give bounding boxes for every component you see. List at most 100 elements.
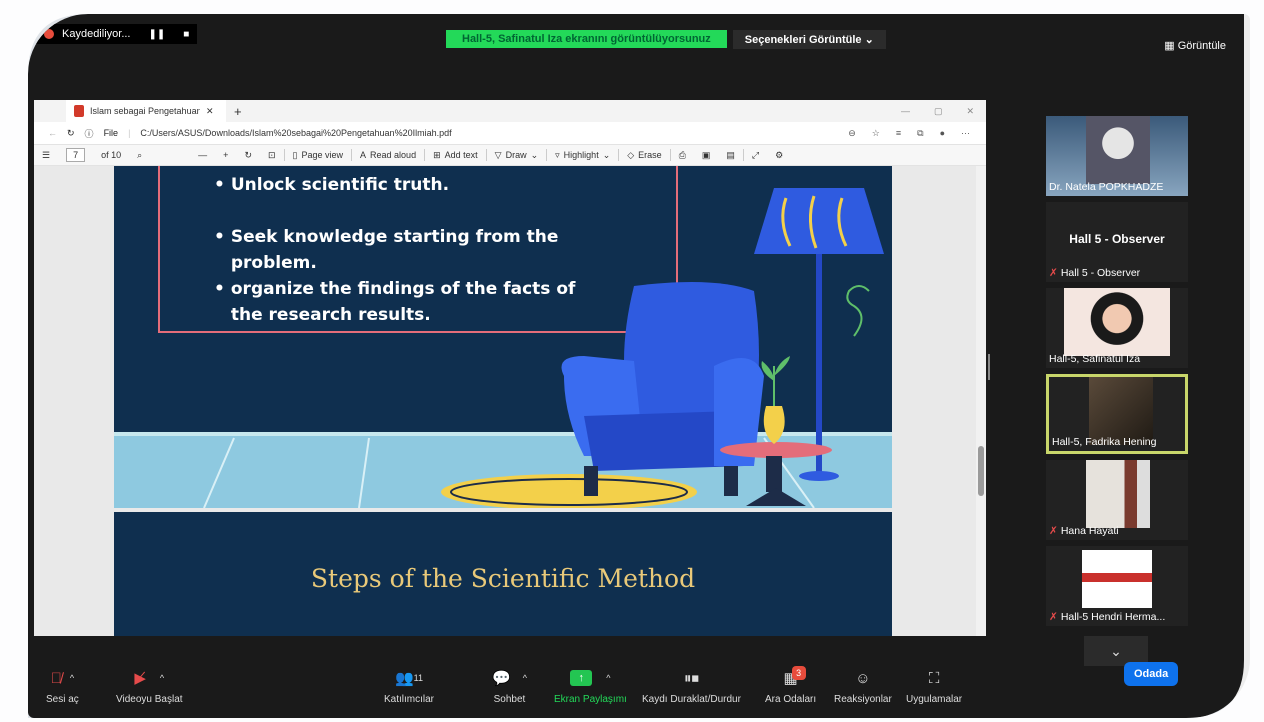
pdf-viewer: • Unlock scientific truth. • Seek knowledg… [34, 166, 986, 636]
zoom-window: Kaydediliyor... ❚❚ ■ Hall-5, Safinatul I… [28, 14, 1250, 718]
participant-tile[interactable]: ✗ Hall-5 Hendri Herma... [1046, 546, 1188, 626]
view-options-button[interactable]: Seçenekleri Görüntüle ⌄ [732, 29, 886, 49]
mic-muted-icon: ✗ [1049, 267, 1058, 279]
contents-icon[interactable]: ☰ [34, 150, 58, 161]
close-tab-icon[interactable]: ✕ [206, 106, 214, 117]
share-banner-text: Hall-5, Safinatul Iza ekranını görüntülü… [446, 30, 727, 48]
unmute-label: Sesi aç [46, 694, 79, 705]
recording-indicator[interactable]: Kaydediliyor... ❚❚ ■ [36, 24, 198, 44]
apps-label: Uygulamalar [906, 694, 963, 705]
fullscreen-icon[interactable]: ⤢ [744, 150, 767, 161]
chevron-up-icon[interactable]: ^ [606, 673, 610, 683]
favorite-icon[interactable]: ☆ [872, 128, 880, 139]
profile-icon[interactable]: ● [940, 128, 945, 139]
maximize-icon[interactable]: ▢ [934, 106, 943, 117]
address-bar: ← ↻ ⓘ File | C:/Users/ASUS/Downloads/Isl… [34, 122, 986, 144]
pdf-icon [74, 105, 84, 117]
add-text-button[interactable]: ⊞ Add text [425, 150, 486, 161]
chat-icon: 💬 [492, 670, 511, 687]
recording-label: Kaydediliyor... [62, 28, 131, 40]
book-icon: ▯ [292, 149, 298, 160]
reactions-button[interactable]: ☺ Reaksiyonlar [834, 668, 892, 706]
save-icon[interactable]: ▣ [694, 150, 719, 161]
slide-page-7: • Unlock scientific truth. • Seek knowledg… [114, 166, 892, 508]
new-tab-icon[interactable]: + [234, 104, 242, 119]
reactions-icon: ☺ [855, 669, 871, 687]
erase-button[interactable]: ◇ Erase [619, 150, 669, 161]
apps-button[interactable]: ⛶ Uygulamalar [906, 668, 963, 706]
participant-name: Hall-5, Safinatul Iza [1049, 353, 1141, 365]
share-screen-label: Ekran Paylaşımı [554, 694, 627, 705]
fit-icon[interactable]: ⊡ [260, 150, 284, 161]
page-total: of 10 [101, 150, 122, 160]
unmute-button[interactable]: 🎙̸ ^ Sesi aç [46, 668, 79, 706]
participants-count: 11 [413, 673, 424, 683]
mic-muted-icon: ✗ [1049, 611, 1058, 623]
save-as-icon[interactable]: ▤ [718, 150, 743, 161]
pause-record-icon[interactable]: ❚❚ [148, 29, 165, 40]
highlight-label: Highlight [563, 150, 599, 160]
participant-name: Hall 5 - Observer [1060, 267, 1141, 279]
observer-title: Hall 5 - Observer [1069, 232, 1165, 246]
breakout-rooms-button[interactable]: ▦ 3 Ara Odaları [765, 666, 816, 705]
zoom-out-icon[interactable]: — [190, 150, 215, 160]
participant-tile[interactable]: Dr. Natela POPKHADZE [1046, 116, 1188, 196]
refresh-icon[interactable]: ↻ [67, 128, 75, 139]
pause-stop-recording-label: Kaydı Duraklat/Durdur [642, 694, 741, 705]
participant-tile-active[interactable]: Hall-5, Fadrika Hening [1046, 374, 1188, 454]
participants-button[interactable]: 👥 11 Katılımcılar [384, 668, 434, 705]
participant-video [1089, 377, 1153, 445]
participant-video [1086, 460, 1150, 528]
settings-gear-icon[interactable]: ⚙ [767, 150, 791, 161]
grid-icon: ▦ [1164, 40, 1178, 52]
pause-stop-recording-button[interactable]: ⏸ ⏹ Kaydı Duraklat/Durdur [642, 668, 741, 706]
chat-button[interactable]: 💬 ^ Sohbet [492, 668, 527, 705]
search-icon[interactable]: ⌕ [129, 150, 150, 161]
apps-icon: ⛶ [928, 669, 940, 687]
pdf-toolbar: ☰ 7 of 10 ⌕ — + ↻ ⊡ ▯ Page view A Read alo… [34, 144, 986, 166]
url-input[interactable]: C:/Users/ASUS/Downloads/Islam%20sebagai%… [140, 128, 451, 138]
mic-muted-icon: 🎙̸ [50, 669, 62, 687]
print-icon[interactable]: ⎙ [671, 150, 694, 161]
chevron-up-icon[interactable]: ^ [160, 673, 164, 683]
stop-record-icon[interactable]: ■ [183, 29, 189, 40]
chevron-up-icon[interactable]: ^ [70, 673, 74, 683]
browser-tab[interactable]: Islam sebagai Pengetahuan Ilmiah ✕ [66, 100, 226, 122]
participant-tile[interactable]: ✗ Hana Hayati [1046, 460, 1188, 540]
close-window-icon[interactable]: ✕ [966, 106, 974, 117]
favorites-bar-icon[interactable]: ≡ [896, 128, 901, 139]
participant-tile[interactable]: Hall-5, Safinatul Iza [1046, 288, 1188, 368]
highlight-button[interactable]: ▿ Highlight ⌄ [547, 150, 618, 161]
stop-icon: ⏹ [691, 669, 699, 687]
start-video-button[interactable]: ▶̸ ^ Videoyu Başlat [116, 668, 183, 705]
read-aloud-button[interactable]: A Read aloud [352, 150, 424, 160]
pdf-scroll-thumb[interactable] [978, 446, 984, 496]
erase-label: Erase [638, 150, 662, 160]
zoom-icon[interactable]: ⊖ [848, 128, 856, 139]
participants-icon: 👥 [394, 670, 414, 687]
minimize-icon[interactable]: — [901, 106, 910, 117]
participant-name: Hall-5, Fadrika Hening [1052, 436, 1157, 448]
rotate-icon[interactable]: ↻ [236, 150, 260, 161]
breakout-badge: 3 [791, 666, 806, 680]
pdf-scrollbar[interactable] [976, 166, 986, 636]
draw-button[interactable]: ▽ Draw ⌄ [487, 150, 546, 161]
more-icon[interactable]: ··· [961, 128, 970, 139]
page-number-input[interactable]: 7 [66, 148, 86, 162]
back-icon[interactable]: ← [48, 128, 57, 138]
panel-splitter[interactable] [988, 354, 990, 380]
view-label: Görüntüle [1177, 40, 1226, 52]
read-aloud-icon: A [360, 150, 367, 160]
participant-tile[interactable]: Hall 5 - Observer ✗ Hall 5 - Observer [1046, 202, 1188, 282]
page-view-button[interactable]: ▯ Page view [285, 150, 351, 161]
reactions-label: Reaksiyonlar [834, 694, 892, 705]
chevron-up-icon[interactable]: ^ [523, 673, 527, 683]
participant-video [1086, 116, 1150, 184]
share-screen-button[interactable]: ↑ ^ Ekran Paylaşımı [554, 668, 627, 705]
draw-icon: ▽ [494, 149, 502, 160]
collections-icon[interactable]: ⧉ [917, 128, 923, 139]
zoom-in-icon[interactable]: + [215, 150, 236, 160]
rooms-button[interactable]: Odada [1124, 662, 1179, 686]
file-label: File [103, 128, 119, 138]
view-button[interactable]: ▦ Görüntüle [1164, 39, 1226, 52]
